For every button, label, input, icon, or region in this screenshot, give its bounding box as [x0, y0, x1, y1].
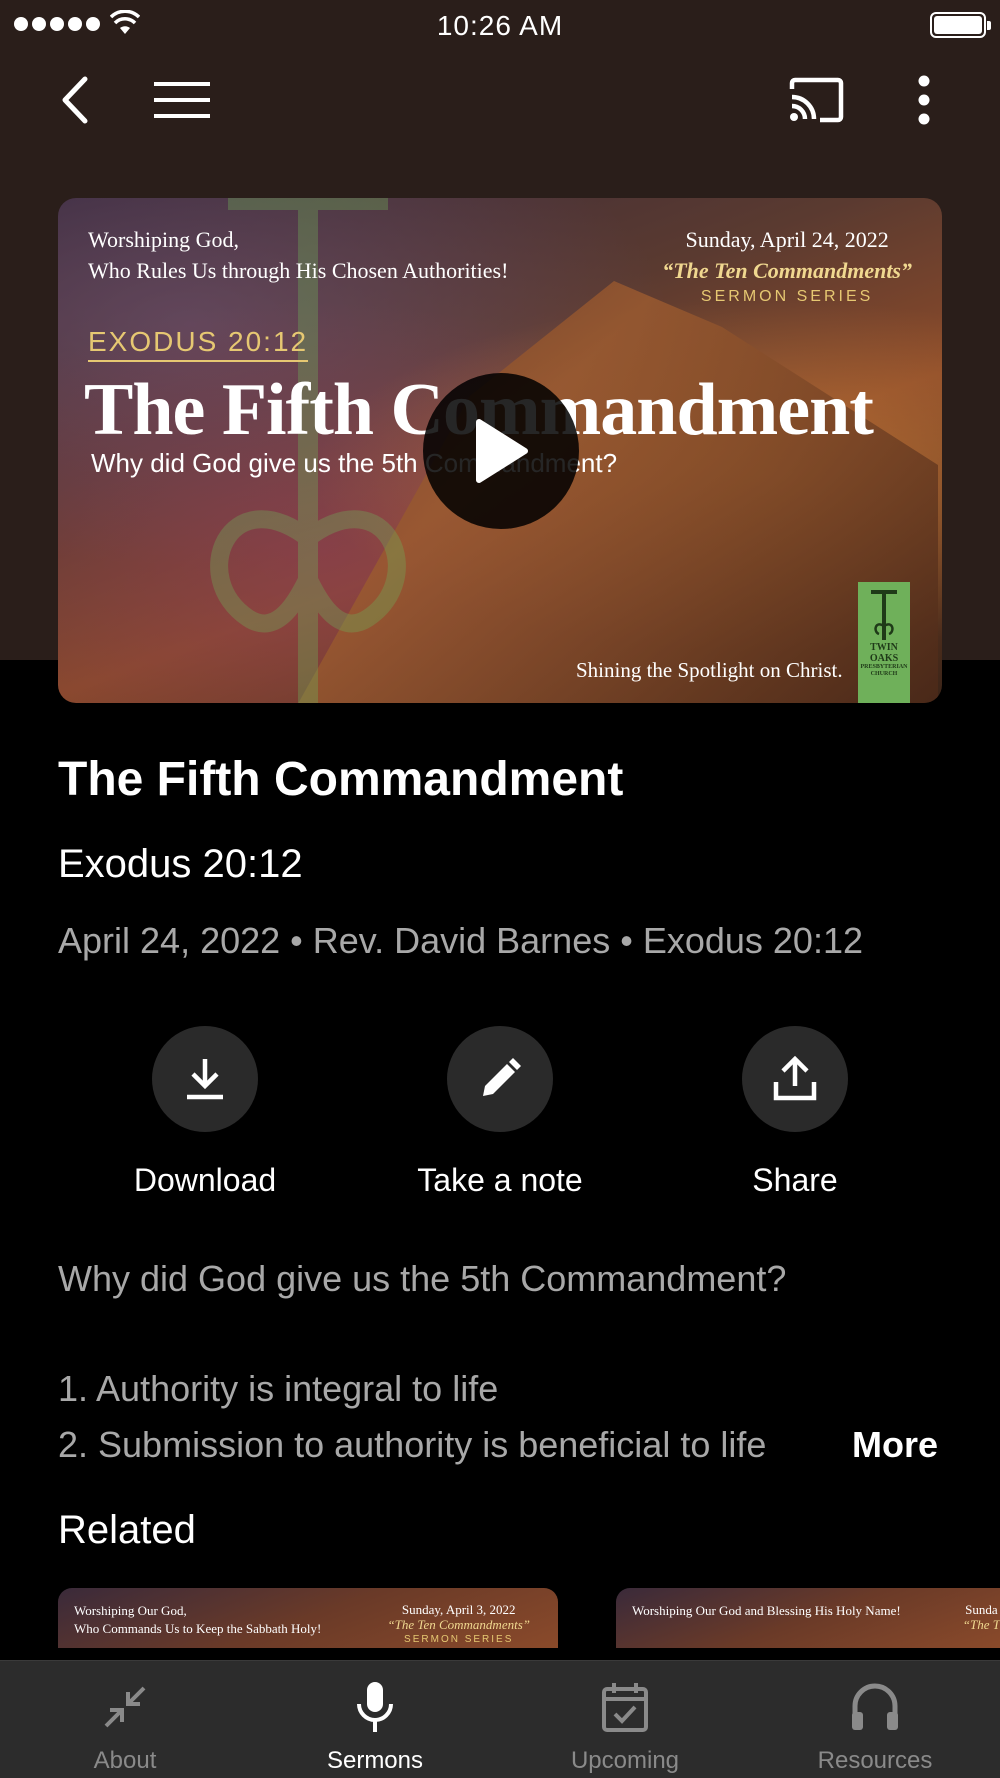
calendar-icon — [602, 1683, 648, 1732]
hero-left-subtitle-line2: Who Rules Us through His Chosen Authorit… — [88, 258, 509, 283]
related-heading: Related — [58, 1508, 196, 1552]
download-icon — [187, 1059, 223, 1100]
related-card-series: “The Ten Commandments” — [387, 1617, 530, 1632]
related-card[interactable]: Worshiping Our God and Blessing His Holy… — [616, 1588, 1000, 1648]
hero-date: Sunday, April 24, 2022 — [685, 227, 889, 252]
menu-button[interactable] — [152, 70, 212, 130]
cast-icon — [789, 77, 844, 123]
related-card-series: “The T — [962, 1617, 1000, 1632]
related-card-date: Sunda — [965, 1602, 998, 1617]
tab-label: About — [93, 1747, 157, 1774]
share-label: Share — [752, 1162, 838, 1198]
share-button[interactable]: Share — [685, 1026, 905, 1199]
tab-resources[interactable]: Resources — [750, 1661, 1000, 1778]
microphone-icon — [357, 1682, 393, 1732]
related-card[interactable]: Worshiping Our God, Who Commands Us to K… — [58, 1588, 558, 1648]
cast-button[interactable] — [786, 70, 846, 130]
related-card-subtitle: Worshiping Our God and Blessing His Holy… — [632, 1603, 901, 1618]
tab-label: Resources — [817, 1747, 933, 1774]
bottom-tab-bar: About Sermons Upcoming Resources — [0, 1660, 1000, 1778]
description-line: Why did God give us the 5th Commandment? — [58, 1258, 787, 1299]
play-icon — [476, 419, 528, 483]
status-time: 10:26 AM — [436, 10, 564, 41]
tab-sermons[interactable]: Sermons — [250, 1661, 500, 1778]
sermon-scripture: Exodus 20:12 — [58, 842, 303, 886]
download-button[interactable]: Download — [95, 1026, 315, 1199]
tab-about[interactable]: About — [0, 1661, 250, 1778]
share-icon — [773, 1056, 817, 1101]
take-note-button[interactable]: Take a note — [390, 1026, 610, 1199]
tab-label: Upcoming — [570, 1747, 680, 1774]
vertical-dots-icon — [918, 75, 930, 125]
headphones-icon — [852, 1683, 898, 1730]
hero-series-info: Sunday, April 24, 2022 “The Ten Commandm… — [662, 224, 912, 308]
hero-tagline: Shining the Spotlight on Christ. — [576, 658, 843, 682]
take-note-label: Take a note — [417, 1162, 583, 1198]
related-card-subtitle: Worshiping Our God, — [74, 1603, 187, 1618]
related-card-date: Sunday, April 3, 2022 — [401, 1602, 516, 1617]
related-card-label: SERMON SERIES — [404, 1634, 514, 1645]
play-button[interactable] — [423, 373, 579, 529]
tab-label: Sermons — [326, 1747, 424, 1774]
battery-icon — [930, 12, 991, 38]
hero-series-label: SERMON SERIES — [700, 288, 874, 305]
collapse-arrows-icon — [104, 1686, 146, 1728]
church-logo: TWIN OAKS PRESBYTERIAN CHURCH — [858, 582, 910, 703]
description-line: 2. Submission to authority is beneficial… — [58, 1424, 767, 1465]
sermon-title: The Fifth Commandment — [58, 753, 624, 806]
chevron-left-icon — [62, 76, 88, 124]
pencil-icon — [483, 1058, 521, 1096]
church-logo-subtext: PRESBYTERIAN CHURCH — [860, 664, 908, 677]
hero-series-name: “The Ten Commandments” — [662, 258, 912, 283]
hero-left-subtitle-line1: Worshiping God, — [88, 227, 240, 252]
hero-scripture: EXODUS 20:12 — [88, 326, 309, 362]
more-options-button[interactable] — [894, 70, 954, 130]
tab-upcoming[interactable]: Upcoming — [500, 1661, 750, 1778]
description-fade — [760, 1418, 860, 1474]
related-card-subtitle: Who Commands Us to Keep the Sabbath Holy… — [74, 1621, 322, 1636]
status-bar: 10:26 AM — [0, 0, 1000, 50]
sermon-artwork[interactable]: Worshiping God, Who Rules Us through His… — [58, 198, 942, 703]
description-line: 1. Authority is integral to life — [58, 1368, 499, 1409]
sermon-meta: April 24, 2022 • Rev. David Barnes • Exo… — [58, 920, 863, 961]
download-label: Download — [133, 1162, 277, 1198]
church-logo-text: TWIN OAKS — [869, 642, 899, 664]
back-button[interactable] — [44, 70, 104, 130]
hero-left-subtitle: Worshiping God, Who Rules Us through His… — [88, 224, 508, 286]
more-button[interactable]: More — [850, 1424, 939, 1466]
hamburger-icon — [154, 82, 210, 118]
